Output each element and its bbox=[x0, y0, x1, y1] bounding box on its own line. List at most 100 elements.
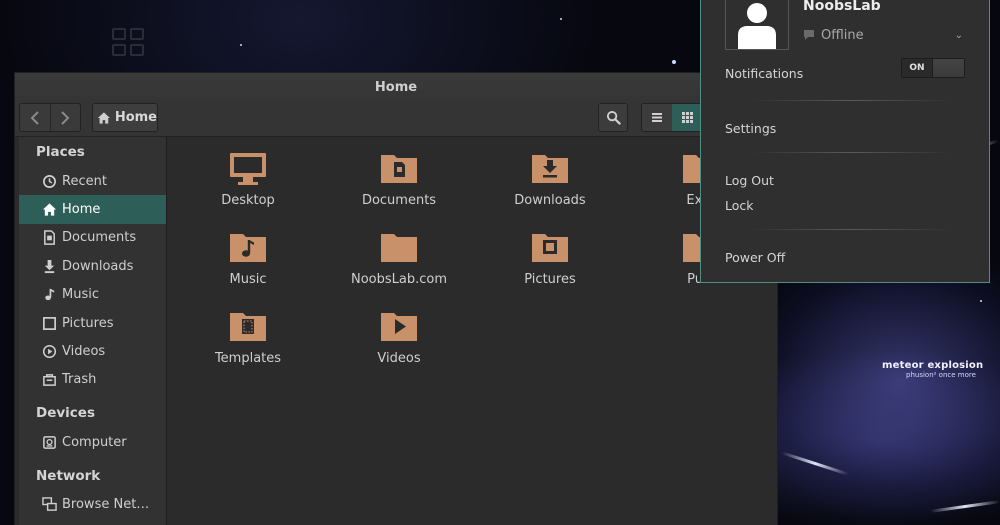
sidebar-item-label: Videos bbox=[62, 344, 106, 360]
avatar[interactable] bbox=[725, 0, 789, 50]
file-name: Templates bbox=[214, 351, 282, 366]
star bbox=[980, 300, 982, 302]
file-name: Music bbox=[229, 272, 267, 287]
sidebar-item-label: Computer bbox=[62, 434, 127, 450]
sidebar-item-label: Recent bbox=[62, 173, 107, 189]
user-silhouette-icon bbox=[738, 3, 776, 49]
file-name: Documents bbox=[361, 193, 437, 208]
sidebar-item-home[interactable]: Home bbox=[19, 195, 166, 224]
clock-icon bbox=[43, 174, 56, 188]
poweroff-menu-item[interactable]: Power Off bbox=[725, 250, 785, 265]
presence-selector[interactable]: Offline ⌄ bbox=[803, 26, 963, 44]
network-heading: Network bbox=[36, 467, 101, 484]
path-bar-label: Home bbox=[114, 110, 157, 125]
menu-divider bbox=[751, 229, 951, 230]
home-icon bbox=[42, 203, 57, 216]
download-icon bbox=[44, 259, 55, 273]
file-item-downloads[interactable]: Downloads bbox=[485, 149, 615, 208]
chevron-right-icon bbox=[61, 110, 70, 125]
menu-divider bbox=[751, 152, 951, 153]
sidebar-item-label: Downloads bbox=[62, 258, 134, 274]
sidebar-item-documents[interactable]: Documents bbox=[19, 224, 166, 252]
settings-menu-item[interactable]: Settings bbox=[725, 121, 776, 136]
file-name: Desktop bbox=[221, 193, 275, 208]
home-icon bbox=[97, 111, 110, 124]
file-item-documents[interactable]: Documents bbox=[334, 149, 464, 208]
file-item-templates[interactable]: Templates bbox=[183, 307, 313, 366]
trash-icon bbox=[43, 374, 56, 387]
back-button[interactable] bbox=[20, 104, 50, 131]
toolbar: Home bbox=[15, 103, 777, 137]
meteor-streak bbox=[930, 500, 1000, 513]
sidebar-item-label: Music bbox=[62, 287, 99, 303]
documents-folder-icon bbox=[381, 155, 417, 183]
file-item-desktop[interactable]: Desktop bbox=[183, 149, 313, 208]
window-title: Home bbox=[15, 73, 777, 103]
grid-view-icon bbox=[681, 112, 693, 123]
search-icon bbox=[606, 110, 621, 125]
chevron-down-icon: ⌄ bbox=[954, 29, 963, 41]
file-item-noobslab[interactable]: NoobsLab.com bbox=[334, 228, 464, 287]
user-name: NoobsLab bbox=[803, 0, 881, 14]
notifications-label: Notifications bbox=[725, 66, 804, 81]
sidebar-item-label: Pictures bbox=[62, 315, 114, 331]
drive-icon bbox=[43, 435, 56, 449]
grid-view-button[interactable] bbox=[672, 104, 702, 131]
meteor-streak bbox=[781, 451, 849, 476]
folder-icon bbox=[381, 234, 417, 262]
places-sidebar: Places Recent Home Documents Downloads M… bbox=[19, 137, 167, 525]
logout-menu-item[interactable]: Log Out bbox=[725, 173, 774, 188]
star bbox=[240, 44, 242, 46]
sidebar-item-downloads[interactable]: Downloads bbox=[19, 252, 166, 280]
document-icon bbox=[44, 230, 55, 246]
list-view-icon bbox=[652, 113, 662, 122]
desktop-grid-icon bbox=[112, 28, 150, 60]
list-view-button[interactable] bbox=[642, 104, 672, 131]
forward-button[interactable] bbox=[49, 104, 81, 131]
path-bar-home-button[interactable]: Home bbox=[92, 103, 158, 132]
network-icon bbox=[42, 497, 57, 512]
notifications-toggle[interactable]: ON bbox=[901, 58, 965, 78]
file-manager-window: Home Home Places Recent Home Documents D… bbox=[14, 72, 778, 525]
videos-folder-icon bbox=[381, 313, 417, 341]
file-item-music[interactable]: Music bbox=[183, 228, 313, 287]
file-name: Downloads bbox=[514, 193, 586, 208]
file-grid: Desktop Documents Downloads Exar Music N… bbox=[167, 137, 777, 525]
sidebar-item-label: Trash bbox=[62, 372, 97, 388]
play-icon bbox=[42, 344, 57, 359]
music-note-icon bbox=[45, 289, 55, 301]
sidebar-item-computer[interactable]: Computer bbox=[19, 428, 166, 456]
file-name: Pictures bbox=[524, 272, 576, 287]
sidebar-item-videos[interactable]: Videos bbox=[19, 337, 166, 365]
star bbox=[560, 18, 562, 20]
sidebar-item-pictures[interactable]: Pictures bbox=[19, 309, 166, 337]
sidebar-item-label: Browse Net… bbox=[62, 497, 150, 513]
file-name: Videos bbox=[377, 351, 421, 366]
menu-divider bbox=[751, 100, 951, 101]
file-item-videos[interactable]: Videos bbox=[334, 307, 464, 366]
sidebar-item-music[interactable]: Music bbox=[19, 281, 166, 309]
chevron-left-icon bbox=[30, 110, 39, 125]
downloads-folder-icon bbox=[532, 155, 568, 183]
pictures-folder-icon bbox=[532, 234, 568, 262]
devices-heading: Devices bbox=[36, 405, 95, 422]
wallpaper-title: meteor explosion bbox=[882, 360, 984, 371]
wallpaper-subtitle: phusion² once more bbox=[906, 371, 976, 379]
sidebar-item-browse-network[interactable]: Browse Net… bbox=[19, 491, 166, 519]
sidebar-item-trash[interactable]: Trash bbox=[19, 366, 166, 394]
chat-status-icon bbox=[804, 30, 814, 40]
sidebar-item-label: Documents bbox=[62, 230, 137, 246]
view-mode-switcher bbox=[641, 103, 703, 132]
places-heading: Places bbox=[36, 144, 85, 160]
toggle-knob bbox=[933, 59, 964, 77]
music-folder-icon bbox=[230, 234, 266, 262]
lock-menu-item[interactable]: Lock bbox=[725, 198, 754, 213]
sidebar-item-recent[interactable]: Recent bbox=[19, 167, 166, 195]
sidebar-item-label: Home bbox=[62, 202, 101, 218]
desktop-folder-icon bbox=[230, 153, 266, 185]
search-button[interactable] bbox=[598, 103, 628, 132]
file-item-pictures[interactable]: Pictures bbox=[485, 228, 615, 287]
user-menu-popover: NoobsLab Offline ⌄ Notifications ON Sett… bbox=[700, 0, 990, 283]
star bbox=[672, 60, 676, 64]
presence-label: Offline bbox=[821, 27, 864, 43]
